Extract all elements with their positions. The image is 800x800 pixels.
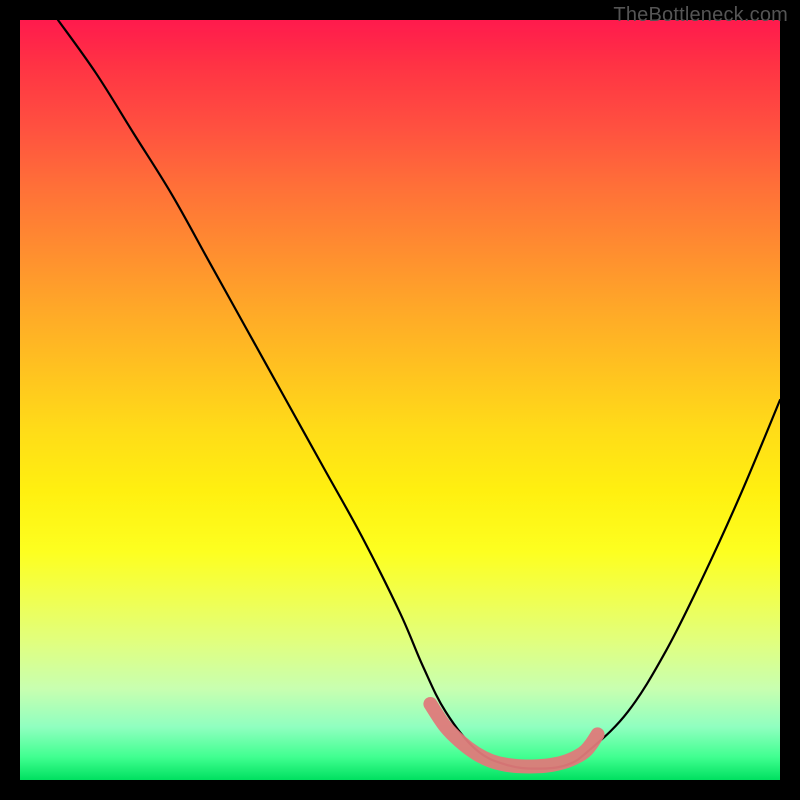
watermark-text: TheBottleneck.com bbox=[613, 4, 788, 27]
bottleneck-curve bbox=[58, 20, 780, 769]
minimum-highlight bbox=[430, 704, 597, 767]
curve-svg bbox=[20, 20, 780, 780]
